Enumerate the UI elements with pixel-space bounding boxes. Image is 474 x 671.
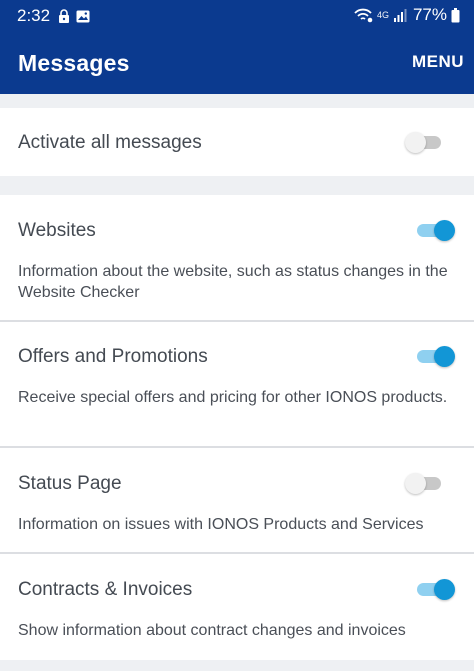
status-left-icons (58, 9, 90, 23)
item-desc-status-page: Information on issues with IONOS Product… (18, 516, 424, 533)
battery-icon (451, 7, 460, 22)
lock-icon (59, 9, 69, 23)
offers-toggle[interactable] (415, 346, 455, 367)
divider (0, 446, 474, 448)
divider (0, 552, 474, 554)
toggle-knob (405, 132, 426, 153)
toggle-knob (434, 346, 455, 367)
item-title-offers: Offers and Promotions (18, 346, 208, 367)
divider (0, 320, 474, 322)
item-desc-websites: Information about the website, such as s… (18, 263, 448, 301)
toggle-knob (434, 579, 455, 600)
item-desc-contracts: Show information about contract changes … (18, 622, 406, 639)
activate-all-label: Activate all messages (18, 132, 202, 153)
page-title: Messages (18, 50, 130, 76)
item-title-websites: Websites (18, 220, 96, 241)
item-desc-offers: Receive special offers and pricing for o… (18, 389, 448, 406)
status-time: 2:32 (17, 6, 51, 25)
network-type: 4G (376, 10, 389, 20)
status-bar: 2:32 4G 77% (0, 0, 474, 30)
item-title-status-page: Status Page (18, 473, 122, 494)
toggle-knob (434, 220, 455, 241)
signal-icon (393, 9, 407, 22)
status-page-toggle[interactable] (405, 473, 443, 494)
item-title-contracts: Contracts & Invoices (18, 579, 193, 600)
menu-button[interactable]: MENU (412, 52, 464, 72)
status-right: 4G 77% (353, 5, 460, 25)
websites-toggle[interactable] (415, 220, 455, 241)
activate-all-toggle[interactable] (405, 132, 443, 153)
battery-percent: 77% (412, 5, 447, 24)
activate-all-card: Activate all messages (0, 108, 474, 176)
toggle-knob (405, 473, 426, 494)
wifi-call-icon (354, 8, 373, 23)
image-icon (76, 10, 90, 22)
message-settings-list: Websites Information about the website, … (0, 195, 474, 660)
contracts-toggle[interactable] (415, 579, 455, 600)
app-bar: Messages MENU (0, 30, 474, 94)
